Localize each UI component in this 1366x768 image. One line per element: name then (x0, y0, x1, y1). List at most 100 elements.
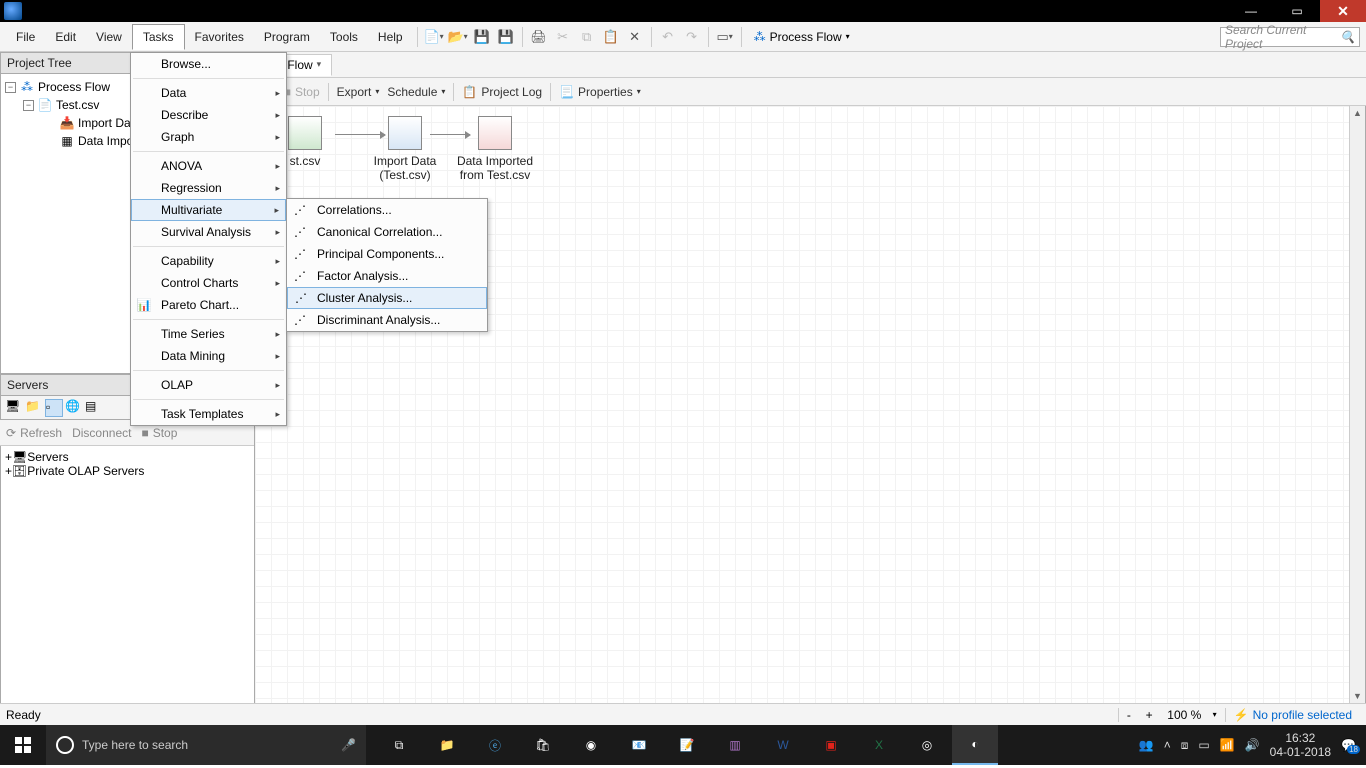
stop-button[interactable]: ■Stop (284, 85, 320, 99)
multivariate-submenu[interactable]: ⋰Correlations...⋰Canonical Correlation..… (286, 198, 488, 332)
paste-button[interactable]: 📋 (600, 26, 622, 48)
tasks-menu-item[interactable]: 📊Pareto Chart... (131, 294, 286, 316)
menu-help[interactable]: Help (368, 25, 413, 49)
system-tray[interactable]: 👥 ˄ ⧈ ▭ 📶 🔊 16:32 04-01-2018 💬18 (1129, 731, 1366, 760)
redo-button[interactable]: ↷ (681, 26, 703, 48)
tree-toggle-icon[interactable]: + (5, 464, 12, 478)
submenu-item[interactable]: ⋰Cluster Analysis... (287, 287, 487, 309)
process-flow-canvas[interactable]: st.csv Import Data (Test.csv) Data Impor… (255, 106, 1366, 703)
submenu-item[interactable]: ⋰Canonical Correlation... (287, 221, 487, 243)
save-all-button[interactable]: 💾 (495, 26, 517, 48)
tasks-menu-item[interactable]: Describe▸ (131, 104, 286, 126)
tasks-menu-item[interactable]: Regression▸ (131, 177, 286, 199)
tree-toggle-icon[interactable]: − (5, 82, 16, 93)
tasks-menu-item[interactable]: Capability▸ (131, 250, 286, 272)
new-button[interactable]: 📄▾ (423, 26, 445, 48)
tree-file[interactable]: Test.csv (56, 98, 99, 112)
chrome-icon[interactable]: ◉ (568, 725, 614, 765)
globe-view-icon[interactable]: 🌐 (65, 399, 83, 417)
tasks-menu-item[interactable]: Data Mining▸ (131, 345, 286, 367)
menu-tasks[interactable]: Tasks (132, 24, 185, 50)
maximize-button[interactable]: ▭ (1274, 0, 1320, 22)
edge-icon[interactable]: ⓔ (472, 725, 518, 765)
wifi-icon[interactable]: 📶 (1220, 738, 1235, 752)
servers-tree[interactable]: +🖥Servers +🗄Private OLAP Servers (0, 446, 254, 703)
menu-edit[interactable]: Edit (45, 25, 86, 49)
acrobat-icon[interactable]: ▣ (808, 725, 854, 765)
copy-button[interactable]: ⧉ (576, 26, 598, 48)
delete-button[interactable]: ✕ (624, 26, 646, 48)
dropbox-icon[interactable]: ⧈ (1181, 738, 1189, 753)
process-flow-selector[interactable]: ⁂Process Flow ▾ (746, 28, 858, 46)
menu-file[interactable]: File (6, 25, 45, 49)
tasks-menu-item[interactable]: Data▸ (131, 82, 286, 104)
tree-toggle-icon[interactable]: − (23, 100, 34, 111)
submenu-item[interactable]: ⋰Principal Components... (287, 243, 487, 265)
properties-button[interactable]: 📃Properties ▾ (559, 85, 641, 99)
sas-eg-icon[interactable]: ◐ (952, 725, 998, 765)
outlook-icon[interactable]: 📧 (616, 725, 662, 765)
cut-button[interactable]: ✂ (552, 26, 574, 48)
tray-chevron-icon[interactable]: ˄ (1164, 738, 1171, 752)
flow-node-output[interactable]: Data Imported from Test.csv (455, 116, 535, 182)
tasks-menu-item[interactable]: Graph▸ (131, 126, 286, 148)
open-button[interactable]: 📂▾ (447, 26, 469, 48)
tasks-menu-item[interactable]: Multivariate▸ (131, 199, 286, 221)
server-node[interactable]: Servers (27, 450, 68, 464)
tasks-menu-item[interactable]: Time Series▸ (131, 323, 286, 345)
list-view-icon[interactable]: ▤ (85, 399, 103, 417)
task-view-icon[interactable]: ⧉ (376, 725, 422, 765)
server-view-icon[interactable]: 🖥 (5, 399, 23, 417)
tree-toggle-icon[interactable]: + (5, 450, 12, 464)
mic-icon[interactable]: 🎤 (341, 738, 356, 752)
refresh-button[interactable]: ⟳Refresh (6, 426, 62, 440)
onenote-icon[interactable]: ▥ (712, 725, 758, 765)
battery-icon[interactable]: ▭ (1198, 738, 1209, 752)
menu-program[interactable]: Program (254, 25, 320, 49)
tree-child[interactable]: Import Da (78, 116, 131, 130)
tasks-menu[interactable]: Browse...Data▸Describe▸Graph▸ANOVA▸Regre… (130, 52, 287, 426)
tasks-menu-item[interactable]: Survival Analysis▸ (131, 221, 286, 243)
search-project-input[interactable]: Search Current Project 🔍 (1220, 27, 1360, 47)
tasks-menu-item[interactable]: Task Templates▸ (131, 403, 286, 425)
print-button[interactable]: 🖨 (528, 26, 550, 48)
submenu-item[interactable]: ⋰Discriminant Analysis... (287, 309, 487, 331)
store-icon[interactable]: 🛍 (520, 725, 566, 765)
stop-button[interactable]: ■Stop (141, 426, 177, 440)
zoom-control[interactable]: - + 100 % ▾ (1118, 708, 1225, 722)
profile-indicator[interactable]: ⚡No profile selected (1225, 708, 1360, 722)
schedule-button[interactable]: Schedule ▾ (387, 85, 445, 99)
minimize-button[interactable]: — (1228, 0, 1274, 22)
word-icon[interactable]: W (760, 725, 806, 765)
tree-root[interactable]: Process Flow (38, 80, 110, 94)
tab-dropdown-icon[interactable]: ▾ (317, 59, 322, 70)
close-button[interactable]: ✕ (1320, 0, 1366, 22)
folder-view-icon[interactable]: 📁 (25, 399, 43, 417)
flow-node-import[interactable]: Import Data (Test.csv) (365, 116, 445, 182)
tasks-menu-item[interactable]: ANOVA▸ (131, 155, 286, 177)
cube-view-icon[interactable]: ▫ (45, 399, 63, 417)
notifications-icon[interactable]: 💬18 (1341, 738, 1356, 752)
start-button[interactable] (0, 725, 46, 765)
people-icon[interactable]: 👥 (1139, 738, 1154, 752)
export-button[interactable]: Export ▾ (337, 85, 380, 99)
project-log-button[interactable]: 📋Project Log (462, 85, 542, 99)
notepad-icon[interactable]: 📝 (664, 725, 710, 765)
app-icon[interactable]: ◎ (904, 725, 950, 765)
tasks-menu-item[interactable]: Control Charts▸ (131, 272, 286, 294)
submenu-item[interactable]: ⋰Factor Analysis... (287, 265, 487, 287)
undo-button[interactable]: ↶ (657, 26, 679, 48)
explorer-icon[interactable]: 📁 (424, 725, 470, 765)
server-node[interactable]: Private OLAP Servers (27, 464, 144, 478)
save-button[interactable]: 💾 (471, 26, 493, 48)
taskbar-search[interactable]: Type here to search 🎤 (46, 725, 366, 765)
submenu-item[interactable]: ⋰Correlations... (287, 199, 487, 221)
clock[interactable]: 16:32 04-01-2018 (1270, 731, 1331, 760)
layout-button[interactable]: ▭▾ (714, 26, 736, 48)
menu-favorites[interactable]: Favorites (185, 25, 254, 49)
vertical-scrollbar[interactable] (1349, 106, 1365, 703)
tasks-menu-item[interactable]: OLAP▸ (131, 374, 286, 396)
menu-view[interactable]: View (86, 25, 132, 49)
menu-tools[interactable]: Tools (320, 25, 368, 49)
disconnect-button[interactable]: Disconnect (72, 426, 131, 440)
